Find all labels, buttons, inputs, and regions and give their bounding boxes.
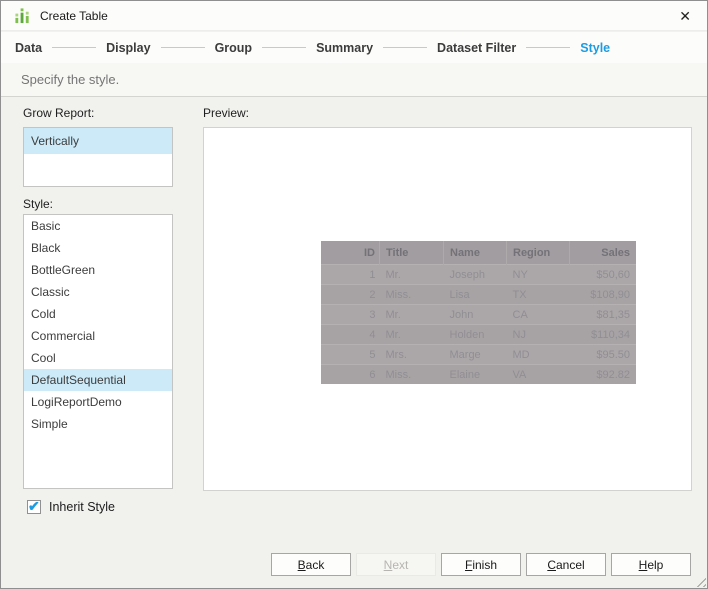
list-item-cool[interactable]: Cool: [24, 347, 172, 369]
resize-grip-icon[interactable]: [693, 574, 706, 587]
preview-label: Preview:: [203, 106, 250, 120]
table-cell: Lisa: [443, 284, 507, 305]
table-cell: TX: [506, 284, 570, 305]
title-bar: Create Table ✕: [1, 1, 707, 31]
table-cell: VA: [506, 364, 570, 384]
column-header-region: Region: [506, 241, 570, 265]
table-cell: Mrs.: [379, 344, 444, 365]
close-icon[interactable]: ✕: [671, 6, 699, 26]
create-table-dialog: Create Table ✕ Data Display Group Summary Da…: [0, 0, 708, 589]
table-cell: $108,90: [569, 284, 636, 305]
cancel-button[interactable]: Cancel: [526, 553, 606, 576]
table-cell: $95.50: [569, 344, 636, 365]
list-item-basic[interactable]: Basic: [24, 215, 172, 237]
list-item-cold[interactable]: Cold: [24, 303, 172, 325]
table-row: 2 Miss. Lisa TX $108,90: [321, 284, 636, 305]
step-connector-line: [160, 47, 205, 48]
style-label: Style:: [23, 197, 54, 211]
step-connector-line: [52, 47, 97, 48]
wizard-steps: Data Display Group Summary Dataset Filter Sty…: [1, 32, 707, 63]
table-cell: Mr.: [379, 264, 444, 285]
table-cell: Marge: [443, 344, 507, 365]
inherit-style-row: ✔ Inherit Style: [27, 498, 116, 514]
preview-panel: ID Title Name Region Sales 1 Mr. Joseph NY $50,6…: [203, 127, 692, 491]
table-cell: CA: [506, 304, 570, 325]
wizard-step-display[interactable]: Display: [106, 41, 150, 55]
help-button[interactable]: Help: [611, 553, 691, 576]
inherit-style-checkbox[interactable]: ✔: [27, 498, 41, 514]
style-list[interactable]: Basic Black BottleGreen Classic Cold Commerci…: [23, 214, 173, 489]
list-item-simple[interactable]: Simple: [24, 413, 172, 435]
table-cell: $110,34: [569, 324, 636, 345]
table-cell: NJ: [506, 324, 570, 345]
table-cell: 5: [321, 344, 380, 365]
table-cell: Elaine: [443, 364, 507, 384]
table-header-row: ID Title Name Region Sales: [321, 241, 636, 265]
wizard-step-summary[interactable]: Summary: [316, 41, 373, 55]
inherit-style-label: Inherit Style: [49, 500, 116, 514]
column-header-id: ID: [321, 241, 380, 265]
table-cell: Miss.: [379, 364, 444, 384]
table-cell: John: [443, 304, 507, 325]
table-row: 5 Mrs. Marge MD $95.50: [321, 344, 636, 365]
table-cell: 6: [321, 364, 380, 384]
wizard-step-data[interactable]: Data: [15, 41, 42, 55]
table-row: 4 Mr. Holden NJ $110,34: [321, 324, 636, 345]
list-item-vertically[interactable]: Vertically: [24, 128, 172, 154]
wizard-step-dataset-filter[interactable]: Dataset Filter: [437, 41, 516, 55]
table-cell: Joseph: [443, 264, 507, 285]
list-item-bottlegreen[interactable]: BottleGreen: [24, 259, 172, 281]
preview-table: ID Title Name Region Sales 1 Mr. Joseph NY $50,6…: [321, 241, 636, 384]
column-header-name: Name: [443, 241, 507, 265]
subtitle-row: Specify the style.: [1, 63, 707, 97]
step-description: Specify the style.: [21, 72, 120, 87]
table-cell: $81,35: [569, 304, 636, 325]
wizard-step-style[interactable]: Style: [580, 41, 610, 55]
list-item-commercial[interactable]: Commercial: [24, 325, 172, 347]
list-item-defaultsequential[interactable]: DefaultSequential: [24, 369, 172, 391]
create-table-chart-icon: [14, 7, 31, 24]
table-cell: $50,60: [569, 264, 636, 285]
table-cell: 3: [321, 304, 380, 325]
table-cell: 4: [321, 324, 380, 345]
table-cell: 1: [321, 264, 380, 285]
grow-report-list[interactable]: Vertically: [23, 127, 173, 187]
table-cell: Holden: [443, 324, 507, 345]
table-row: 3 Mr. John CA $81,35: [321, 304, 636, 325]
back-button[interactable]: Back: [271, 553, 351, 576]
list-item-black[interactable]: Black: [24, 237, 172, 259]
table-cell: $92.82: [569, 364, 636, 384]
table-cell: NY: [506, 264, 570, 285]
column-header-sales: Sales: [569, 241, 636, 265]
column-header-title: Title: [379, 241, 444, 265]
table-cell: Miss.: [379, 284, 444, 305]
table-cell: 2: [321, 284, 380, 305]
step-connector-line: [383, 47, 428, 48]
table-cell: Mr.: [379, 304, 444, 325]
step-connector-line: [526, 47, 571, 48]
checkmark-icon: ✔: [28, 498, 40, 514]
table-cell: Mr.: [379, 324, 444, 345]
table-row: 1 Mr. Joseph NY $50,60: [321, 264, 636, 285]
list-item-logireportdemo[interactable]: LogiReportDemo: [24, 391, 172, 413]
list-item-classic[interactable]: Classic: [24, 281, 172, 303]
table-row: 6 Miss. Elaine VA $92.82: [321, 364, 636, 384]
window-title: Create Table: [40, 8, 108, 23]
table-cell: MD: [506, 344, 570, 365]
wizard-step-group[interactable]: Group: [215, 41, 253, 55]
step-connector-line: [262, 47, 307, 48]
finish-button[interactable]: Finish: [441, 553, 521, 576]
grow-report-label: Grow Report:: [23, 106, 95, 120]
button-bar: Back Next Finish Cancel Help: [271, 553, 691, 576]
next-button[interactable]: Next: [356, 553, 436, 576]
